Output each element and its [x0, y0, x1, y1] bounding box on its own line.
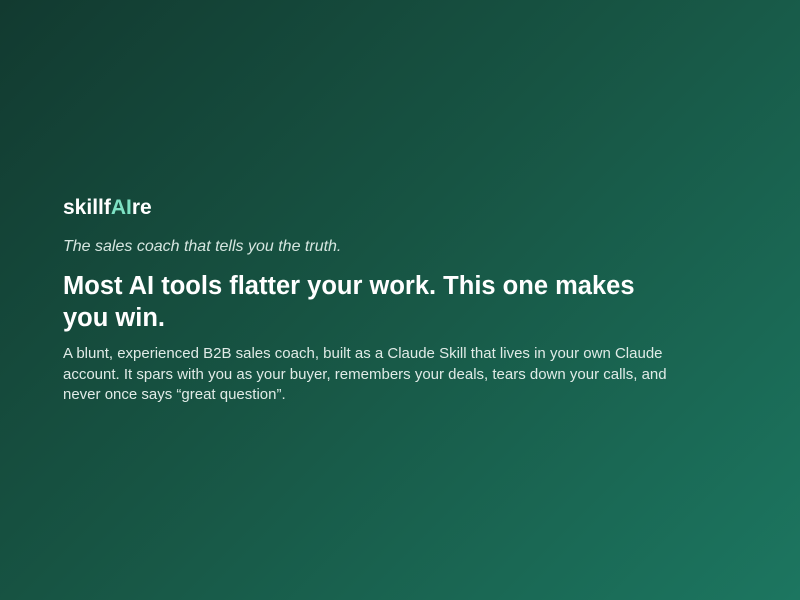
logo-text-start: skillf — [63, 196, 111, 219]
hero-description: A blunt, experienced B2B sales coach, bu… — [63, 345, 667, 403]
logo-text-end: re — [131, 196, 152, 219]
hero-section: skillfAIre The sales coach that tells yo… — [63, 196, 703, 406]
page-headline: Most AI tools flatter your work. This on… — [63, 272, 635, 332]
tagline: The sales coach that tells you the truth… — [63, 238, 342, 255]
logo-text-ai: AI — [110, 196, 132, 219]
brand-logo[interactable]: skillfAIre — [63, 196, 703, 220]
